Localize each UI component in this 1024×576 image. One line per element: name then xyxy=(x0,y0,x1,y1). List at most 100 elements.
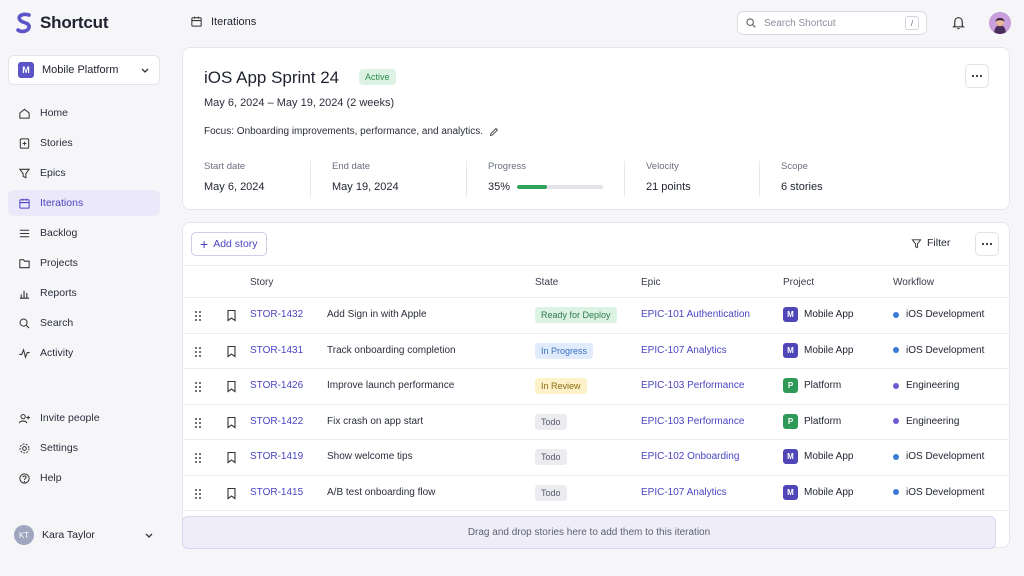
drag-handle-icon[interactable] xyxy=(194,452,202,464)
bookmark-icon[interactable] xyxy=(226,345,237,358)
drag-handle-icon[interactable] xyxy=(194,381,202,393)
epic-link[interactable]: EPIC-101 Authentication xyxy=(641,309,750,320)
iteration-more-button[interactable] xyxy=(965,64,989,88)
search-box[interactable]: / xyxy=(737,11,927,35)
story-id-link[interactable]: STOR-1415 xyxy=(250,487,303,498)
drop-zone[interactable]: Drag and drop stories here to add them t… xyxy=(182,516,996,549)
nav-item-invite-people[interactable]: Invite people xyxy=(8,405,160,431)
stat-value: May 19, 2024 xyxy=(332,181,399,193)
drag-handle-icon[interactable] xyxy=(194,417,202,429)
nav-item-projects[interactable]: Projects xyxy=(8,250,160,276)
bookmark-icon[interactable] xyxy=(226,451,237,464)
avatar-portrait-icon xyxy=(989,12,1011,34)
nav-label: Reports xyxy=(40,287,77,299)
epic-link[interactable]: EPIC-102 Onboarding xyxy=(641,451,739,462)
story-title[interactable]: Show welcome tips xyxy=(327,451,413,462)
story-title[interactable]: Fix crash on app start xyxy=(327,416,423,427)
bookmark-icon[interactable] xyxy=(226,487,237,500)
search-input[interactable] xyxy=(764,17,898,29)
progress-value: 35% xyxy=(488,181,511,193)
bookmark-icon[interactable] xyxy=(226,309,237,322)
project-cell[interactable]: M Mobile App xyxy=(783,449,853,464)
add-story-button[interactable]: + Add story xyxy=(191,232,267,256)
project-cell[interactable]: M Mobile App xyxy=(783,484,853,500)
story-title[interactable]: Add Sign in with Apple xyxy=(327,309,427,320)
table-row[interactable]: STOR-1426 Improve launch performance In Re… xyxy=(183,369,1011,405)
progress-bar xyxy=(517,185,604,189)
nav-item-help[interactable]: Help xyxy=(8,465,160,491)
nav-item-iterations[interactable]: Iterations xyxy=(8,190,160,216)
story-id-link[interactable]: STOR-1432 xyxy=(250,309,303,320)
state-badge[interactable]: Ready for Deploy xyxy=(535,307,617,323)
table-row[interactable]: STOR-1415 A/B test onboarding flow Todo EPI… xyxy=(183,476,1011,511)
nav-item-settings[interactable]: Settings xyxy=(8,435,160,461)
column-header-project[interactable]: Project xyxy=(783,277,814,288)
story-title[interactable]: A/B test onboarding flow xyxy=(327,487,435,498)
project-cell[interactable]: M Mobile App xyxy=(783,342,853,358)
epic-link[interactable]: EPIC-103 Performance xyxy=(641,380,744,391)
workflow-dot-icon xyxy=(893,382,899,389)
state-badge[interactable]: Todo xyxy=(535,484,567,501)
stat-value: 21 points xyxy=(646,181,691,193)
column-header-story[interactable]: Story xyxy=(250,277,273,288)
calendar-icon xyxy=(19,198,30,209)
stat-label: Start date xyxy=(204,161,246,172)
nav-label: Epics xyxy=(40,167,66,179)
project-cell[interactable]: M Mobile App xyxy=(783,307,853,322)
notifications-bell-icon[interactable] xyxy=(951,15,966,30)
workspace-name: Mobile Platform xyxy=(42,64,119,76)
app-name: Shortcut xyxy=(40,13,109,32)
epic-link[interactable]: EPIC-107 Analytics xyxy=(641,345,727,356)
project-name: Platform xyxy=(804,380,842,391)
nav-item-reports[interactable]: Reports xyxy=(8,280,160,306)
column-header-epic[interactable]: Epic xyxy=(641,277,660,288)
gear-icon xyxy=(19,443,30,453)
user-avatar: KT xyxy=(14,525,34,545)
table-row[interactable]: STOR-1419 Show welcome tips Todo EPIC-102 O… xyxy=(183,440,1011,476)
bookmark-icon[interactable] xyxy=(226,416,237,429)
workspace-switcher[interactable]: M Mobile Platform xyxy=(8,55,160,85)
story-id-link[interactable]: STOR-1426 xyxy=(250,380,303,391)
plus-icon: + xyxy=(200,236,209,252)
workflow-name: iOS Development xyxy=(906,451,985,462)
drag-handle-icon[interactable] xyxy=(194,488,202,500)
drag-handle-icon[interactable] xyxy=(194,346,202,358)
column-header-state[interactable]: State xyxy=(535,277,558,288)
drag-handle-icon[interactable] xyxy=(194,310,202,322)
nav-item-backlog[interactable]: Backlog xyxy=(8,220,160,246)
state-badge[interactable]: Todo xyxy=(535,449,567,465)
user-menu[interactable]: KT Kara Taylor xyxy=(14,524,154,546)
story-title[interactable]: Improve launch performance xyxy=(327,380,454,391)
filter-button[interactable]: Filter xyxy=(911,237,950,249)
story-id-link[interactable]: STOR-1431 xyxy=(250,345,303,356)
stat-progress: Progress 35% xyxy=(488,161,604,197)
project-cell[interactable]: P Platform xyxy=(783,378,841,393)
state-badge[interactable]: In Review xyxy=(535,378,587,394)
divider xyxy=(759,161,760,197)
edit-pencil-icon[interactable] xyxy=(489,127,499,137)
nav-label: Settings xyxy=(40,442,78,454)
epic-link[interactable]: EPIC-103 Performance xyxy=(641,416,744,427)
nav-item-activity[interactable]: Activity xyxy=(8,340,160,366)
iteration-title: iOS App Sprint 24 xyxy=(204,68,340,87)
bookmark-icon[interactable] xyxy=(226,380,237,393)
story-id-link[interactable]: STOR-1419 xyxy=(250,451,303,462)
app-logo[interactable]: Shortcut xyxy=(14,12,108,34)
table-row[interactable]: STOR-1432 Add Sign in with Apple Ready for… xyxy=(183,298,1011,334)
profile-avatar[interactable] xyxy=(989,12,1011,34)
table-row[interactable]: STOR-1422 Fix crash on app start Todo EPIC-… xyxy=(183,405,1011,440)
project-name: Mobile App xyxy=(804,309,854,320)
epic-link[interactable]: EPIC-107 Analytics xyxy=(641,487,727,498)
state-badge[interactable]: Todo xyxy=(535,413,567,430)
project-cell[interactable]: P Platform xyxy=(783,413,841,429)
table-row[interactable]: STOR-1431 Track onboarding completion In P… xyxy=(183,334,1011,369)
nav-item-epics[interactable]: Epics xyxy=(8,160,160,186)
nav-item-home[interactable]: Home xyxy=(8,100,160,126)
story-id-link[interactable]: STOR-1422 xyxy=(250,416,303,427)
list-more-button[interactable] xyxy=(975,232,999,256)
nav-item-search[interactable]: Search xyxy=(8,310,160,336)
column-header-workflow[interactable]: Workflow xyxy=(893,277,934,288)
state-badge[interactable]: In Progress xyxy=(535,342,594,359)
story-title[interactable]: Track onboarding completion xyxy=(327,345,456,356)
nav-item-stories[interactable]: Stories xyxy=(8,130,160,156)
